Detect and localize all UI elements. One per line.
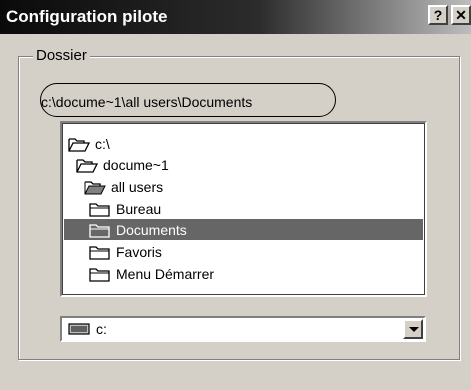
drive-dropdown-button[interactable] bbox=[403, 319, 423, 339]
help-button[interactable]: ? bbox=[428, 5, 448, 25]
drive-icon bbox=[68, 323, 90, 335]
open-folder-icon bbox=[68, 137, 90, 152]
dir-item-label: Menu Démarrer bbox=[116, 265, 215, 282]
dir-item-label: c:\ bbox=[95, 135, 110, 152]
folder-group-legend: Dossier bbox=[33, 47, 90, 64]
current-path: c:\docume~1\all users\Documents bbox=[41, 94, 253, 110]
folder-icon bbox=[89, 267, 110, 282]
dir-item-label: docume~1 bbox=[103, 156, 169, 173]
dir-item-menu-demarrer[interactable]: Menu Démarrer bbox=[89, 263, 217, 284]
config-dialog: Configuration pilote ? ✕ Dossier c:\docu… bbox=[0, 0, 471, 390]
folder-icon bbox=[89, 202, 110, 217]
dir-item-bureau[interactable]: Bureau bbox=[89, 198, 164, 219]
dir-item-label: all users bbox=[111, 178, 164, 195]
dir-item-label: Favoris bbox=[116, 243, 162, 260]
dir-item-root[interactable]: c:\ bbox=[68, 133, 113, 154]
help-icon: ? bbox=[433, 7, 443, 23]
dir-item-documents[interactable]: Documents bbox=[64, 219, 423, 240]
directory-list[interactable]: c:\ docume~1 all users Bureau Documents … bbox=[60, 121, 427, 297]
open-folder-icon bbox=[76, 158, 98, 173]
dir-item-docume[interactable]: docume~1 bbox=[76, 154, 172, 175]
drive-select[interactable]: c: bbox=[60, 316, 426, 342]
folder-icon bbox=[89, 223, 110, 238]
drive-select-value: c: bbox=[96, 321, 107, 337]
close-icon: ✕ bbox=[455, 7, 467, 23]
open-folder-icon bbox=[84, 180, 106, 194]
dir-item-label: Documents bbox=[116, 221, 187, 238]
window-title: Configuration pilote bbox=[6, 7, 168, 26]
folder-icon bbox=[89, 245, 110, 260]
dir-item-all-users[interactable]: all users bbox=[84, 176, 166, 197]
dir-item-label: Bureau bbox=[116, 200, 162, 217]
title-bar[interactable]: Configuration pilote ? ✕ bbox=[0, 0, 471, 34]
close-button[interactable]: ✕ bbox=[451, 5, 471, 25]
dir-item-favoris[interactable]: Favoris bbox=[89, 241, 165, 262]
chevron-down-icon bbox=[409, 327, 419, 332]
